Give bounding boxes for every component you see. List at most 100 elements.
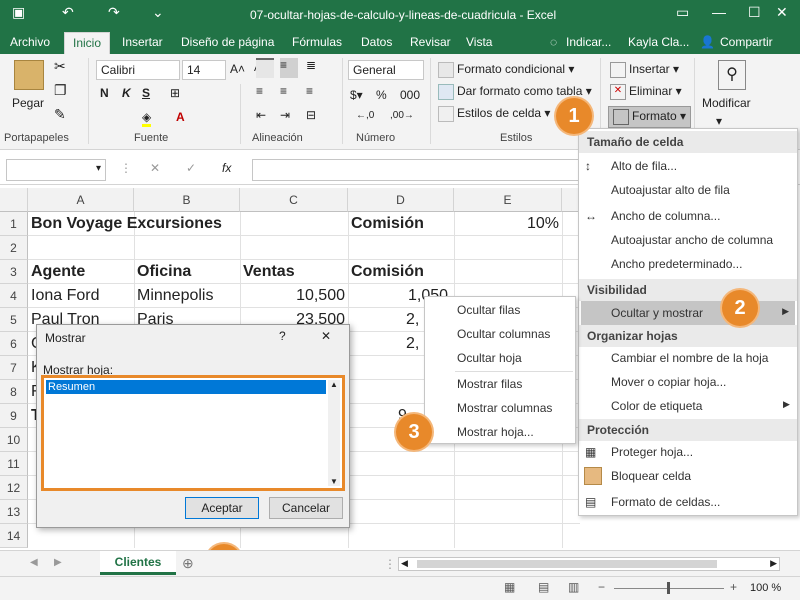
dialog-help-button[interactable]: ?	[279, 329, 286, 343]
tab-datos[interactable]: Datos	[361, 35, 392, 49]
tell-me-search[interactable]: Indicar...	[566, 35, 611, 49]
indent-icon[interactable]: ⇤	[256, 108, 266, 122]
align-center-icon[interactable]: ≡	[280, 84, 287, 98]
row-header[interactable]: 12	[0, 476, 28, 500]
scroll-left-icon[interactable]: ◀	[401, 558, 408, 569]
scroll-thumb[interactable]	[417, 560, 717, 568]
tab-archivo[interactable]: Archivo	[10, 35, 50, 49]
cell-a4[interactable]: Iona Ford	[28, 284, 134, 308]
cancel-button[interactable]: Cancelar	[269, 497, 343, 519]
fill-color-icon[interactable]: ◈	[142, 110, 152, 127]
font-color-icon[interactable]: A	[176, 110, 185, 124]
borders-icon[interactable]: ⊞	[170, 86, 180, 100]
row-header[interactable]: 9	[0, 404, 28, 428]
page-layout-icon[interactable]: ▤	[538, 580, 549, 594]
add-sheet-icon[interactable]: ⊕	[182, 555, 194, 572]
align-bottom-icon[interactable]: ≣	[306, 58, 316, 72]
underline-button[interactable]: S	[142, 86, 150, 100]
menu-item-format-cells[interactable]: Formato de celdas...	[611, 495, 720, 509]
menu-item-protect-sheet[interactable]: Proteger hoja...	[611, 445, 693, 459]
submenu-unhide-rows[interactable]: Mostrar filas	[457, 377, 522, 391]
sheet-tab-clientes[interactable]: Clientes	[100, 551, 176, 575]
cell-a1[interactable]: Bon Voyage Excursiones	[28, 212, 248, 236]
bold-button[interactable]: N	[100, 86, 109, 100]
font-name-dropdown[interactable]: Calibri	[96, 60, 180, 80]
outdent-icon[interactable]: ⇥	[280, 108, 290, 122]
tab-split-icon[interactable]: ⋮	[384, 557, 396, 571]
undo-icon[interactable]: ↶	[62, 4, 74, 21]
menu-item-autofit-column[interactable]: Autoajustar ancho de columna	[611, 233, 773, 247]
merge-icon[interactable]: ⊟	[306, 108, 316, 122]
menu-item-row-height[interactable]: Alto de fila...	[611, 159, 677, 173]
scroll-right-icon[interactable]: ▶	[770, 558, 777, 569]
menu-item-rename-sheet[interactable]: Cambiar el nombre de la hoja	[611, 351, 768, 365]
submenu-unhide-columns[interactable]: Mostrar columnas	[457, 401, 552, 415]
sheet-list[interactable]: Resumen ▲ ▼	[41, 375, 345, 491]
grow-font-icon[interactable]: A˄	[230, 62, 245, 76]
tab-inicio[interactable]: Inicio	[64, 32, 111, 54]
row-header[interactable]: 10	[0, 428, 28, 452]
paste-button[interactable]: Pegar	[12, 96, 44, 110]
number-format-dropdown[interactable]: General	[348, 60, 424, 80]
font-size-dropdown[interactable]: 14	[182, 60, 226, 80]
row-header[interactable]: 11	[0, 452, 28, 476]
menu-item-column-width[interactable]: Ancho de columna...	[611, 209, 720, 223]
align-top-icon[interactable]	[256, 58, 274, 78]
zoom-in-icon[interactable]: +	[730, 580, 737, 594]
tab-diseno[interactable]: Diseño de página	[181, 35, 274, 49]
row-header[interactable]: 2	[0, 236, 28, 260]
comma-icon[interactable]: 000	[400, 88, 420, 102]
cell-styles-button[interactable]: Estilos de celda ▾	[438, 106, 550, 122]
scroll-up-icon[interactable]: ▲	[330, 380, 338, 389]
row-header[interactable]: 3	[0, 260, 28, 284]
submenu-hide-columns[interactable]: Ocultar columnas	[457, 327, 550, 341]
copy-icon[interactable]: ❐	[54, 82, 67, 99]
ribbon-options-icon[interactable]: ▭	[676, 4, 689, 21]
align-middle-icon[interactable]: ≡	[280, 58, 298, 78]
submenu-hide-sheet[interactable]: Ocultar hoja	[457, 351, 522, 365]
menu-item-lock-cell[interactable]: Bloquear celda	[611, 469, 691, 483]
share-button[interactable]: Compartir	[720, 35, 773, 49]
row-header[interactable]: 14	[0, 524, 28, 548]
row-header[interactable]: 5	[0, 308, 28, 332]
customize-qat-icon[interactable]: ⌄	[152, 4, 164, 21]
align-left-icon[interactable]: ≡	[256, 84, 263, 98]
modify-button[interactable]: Modificar	[702, 96, 751, 110]
cancel-icon[interactable]: ✕	[150, 161, 160, 175]
insert-cells-button[interactable]: Insertar ▾	[610, 62, 679, 78]
cut-icon[interactable]: ✂	[54, 58, 66, 75]
maximize-icon[interactable]: ☐	[748, 4, 761, 21]
name-box-dropdown-icon[interactable]: ▾	[96, 163, 101, 174]
column-header[interactable]: D	[348, 188, 454, 212]
row-header[interactable]: 7	[0, 356, 28, 380]
menu-item-autofit-row[interactable]: Autoajustar alto de fila	[611, 183, 730, 197]
list-scrollbar[interactable]: ▲ ▼	[328, 380, 340, 486]
save-icon[interactable]: ▣	[12, 4, 25, 21]
cell-c3[interactable]: Ventas	[240, 260, 348, 284]
align-right-icon[interactable]: ≡	[306, 84, 313, 98]
column-header[interactable]: E	[454, 188, 562, 212]
user-name[interactable]: Kayla Cla...	[628, 35, 689, 49]
row-header[interactable]: 4	[0, 284, 28, 308]
row-header[interactable]: 1	[0, 212, 28, 236]
submenu-hide-rows[interactable]: Ocultar filas	[457, 303, 520, 317]
binoculars-icon[interactable]: ⚲	[718, 60, 746, 90]
enter-icon[interactable]: ✓	[186, 161, 196, 175]
menu-item-hide-show[interactable]: Ocultar y mostrar ▶	[581, 301, 795, 325]
cell-a3[interactable]: Agente	[28, 260, 134, 284]
decrease-decimal-icon[interactable]: ←,0	[356, 110, 374, 121]
increase-decimal-icon[interactable]: ,00→	[390, 110, 414, 121]
cell-b3[interactable]: Oficina	[134, 260, 240, 284]
scroll-down-icon[interactable]: ▼	[330, 477, 338, 486]
cell-c4[interactable]: 10,500	[240, 284, 348, 308]
select-all-corner[interactable]	[0, 188, 28, 212]
row-header[interactable]: 6	[0, 332, 28, 356]
cell-d1[interactable]: Comisión	[348, 212, 454, 236]
menu-item-default-width[interactable]: Ancho predeterminado...	[611, 257, 742, 271]
column-header[interactable]: B	[134, 188, 240, 212]
row-header[interactable]: 13	[0, 500, 28, 524]
insert-function-icon[interactable]: fx	[222, 161, 231, 175]
row-header[interactable]: 8	[0, 380, 28, 404]
format-painter-icon[interactable]: ✎	[54, 106, 66, 123]
menu-item-tab-color[interactable]: Color de etiqueta	[611, 399, 702, 413]
